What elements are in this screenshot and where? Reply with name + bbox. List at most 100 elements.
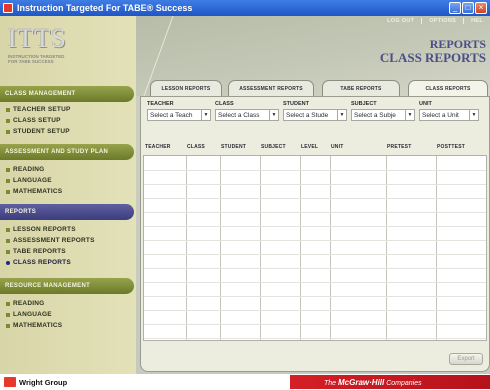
tab-assessment-reports[interactable]: ASSESSMENT REPORTS: [228, 80, 314, 96]
sidebar-item-label: LANGUAGE: [13, 311, 52, 318]
sidebar-item-label: ASSESSMENT REPORTS: [13, 237, 95, 244]
sidebar-item-label: TABE REPORTS: [13, 248, 66, 255]
sidebar-item-resource-language[interactable]: LANGUAGE: [6, 309, 134, 320]
chevron-down-icon[interactable]: ▼: [337, 110, 346, 120]
tab-lesson-reports[interactable]: LESSON REPORTS: [150, 80, 222, 96]
unit-select[interactable]: Select a Unit ▼: [419, 109, 479, 121]
export-button[interactable]: Export: [449, 353, 483, 365]
mcgraw-hill-tagline: The McGraw·Hill Companies: [324, 378, 422, 387]
sidebar-item-mathematics[interactable]: MATHEMATICS: [6, 186, 134, 197]
banner-suffix: Companies: [386, 379, 422, 387]
bullet-icon: [6, 323, 10, 328]
sidebar-item-language[interactable]: LANGUAGE: [6, 175, 134, 186]
student-filter: STUDENT Select a Stude ▼: [283, 101, 347, 121]
unit-filter-label: UNIT: [419, 101, 432, 107]
class-filter-label: CLASS: [215, 101, 234, 107]
banner-prefix: The: [324, 379, 337, 387]
nav-list-reports: LESSON REPORTS ASSESSMENT REPORTS TABE R…: [6, 224, 134, 268]
bullet-icon: [6, 189, 10, 194]
sidebar-item-class-setup[interactable]: CLASS SETUP: [6, 115, 134, 126]
help-link[interactable]: HEL: [463, 18, 490, 24]
bullet-icon: [6, 227, 10, 232]
chevron-down-icon[interactable]: ▼: [201, 110, 210, 120]
column-header-unit[interactable]: UNIT: [329, 144, 385, 150]
bullet-icon: [6, 238, 10, 243]
banner-brand: McGraw·Hill: [338, 377, 385, 387]
student-filter-label: STUDENT: [283, 101, 309, 107]
student-select[interactable]: Select a Stude ▼: [283, 109, 347, 121]
bullet-icon: [6, 312, 10, 317]
chevron-down-icon[interactable]: ▼: [269, 110, 278, 120]
sidebar-item-student-setup[interactable]: STUDENT SETUP: [6, 126, 134, 137]
row-divider: [144, 310, 486, 311]
column-header-subject[interactable]: SUBJECT: [259, 144, 299, 150]
chevron-down-icon[interactable]: ▼: [469, 110, 478, 120]
logo-subtitle: INSTRUCTION TARGETED FOR TABE SUCCESS: [8, 54, 98, 64]
nav-list-resources: READING LANGUAGE MATHEMATICS: [6, 298, 134, 331]
column-header-posttest[interactable]: POSTTEST: [435, 144, 485, 150]
sidebar-item-reading[interactable]: READING: [6, 164, 134, 175]
sidebar-item-label: MATHEMATICS: [13, 188, 63, 195]
row-divider: [144, 212, 486, 213]
row-divider: [144, 282, 486, 283]
tab-tabe-reports[interactable]: TABE REPORTS: [322, 80, 400, 96]
column-header-pretest[interactable]: PRETEST: [385, 144, 435, 150]
nav-list-class-management: TEACHER SETUP CLASS SETUP STUDENT SETUP: [6, 104, 134, 137]
column-header-class[interactable]: CLASS: [185, 144, 219, 150]
sidebar-item-lesson-reports[interactable]: LESSON REPORTS: [6, 224, 134, 235]
student-select-value: Select a Stude: [286, 111, 329, 119]
tab-class-reports[interactable]: CLASS REPORTS: [408, 80, 488, 96]
section-header-assessment-study-plan[interactable]: ASSESSMENT AND STUDY PLAN: [0, 144, 134, 160]
mcgraw-hill-banner: The McGraw·Hill Companies: [290, 375, 490, 389]
section-header-resource-management[interactable]: RESOURCE MANAGEMENT: [0, 278, 134, 294]
sidebar-item-label: CLASS SETUP: [13, 117, 61, 124]
sidebar-item-tabe-reports[interactable]: TABE REPORTS: [6, 246, 134, 257]
wright-group-logo-icon: [4, 377, 16, 387]
sidebar-item-class-reports[interactable]: CLASS REPORTS: [6, 257, 134, 268]
maximize-button[interactable]: □: [462, 2, 474, 14]
section-header-class-management[interactable]: CLASS MANAGEMENT: [0, 86, 134, 102]
column-header-teacher[interactable]: TEACHER: [143, 144, 185, 150]
report-table: TEACHER CLASS STUDENT SUBJECT LEVEL UNIT…: [143, 139, 487, 359]
class-select-value: Select a Class: [218, 111, 260, 119]
table-body[interactable]: [143, 155, 487, 341]
subject-select[interactable]: Select a Subje ▼: [351, 109, 415, 121]
nav-list-assessment: READING LANGUAGE MATHEMATICS: [6, 164, 134, 197]
window-title: Instruction Targeted For TABE® Success: [17, 3, 193, 13]
bullet-icon: [6, 178, 10, 183]
top-links: LOG OUT OPTIONS HEL: [380, 18, 490, 24]
logo-subtitle-line-2: FOR TABE SUCCESS: [8, 59, 54, 64]
close-button[interactable]: ×: [475, 2, 487, 14]
section-header-reports[interactable]: REPORTS: [0, 204, 134, 220]
itts-logo: ITTS INSTRUCTION TARGETED FOR TABE SUCCE…: [8, 26, 98, 70]
row-divider: [144, 268, 486, 269]
report-tabs: LESSON REPORTS ASSESSMENT REPORTS TABE R…: [142, 80, 490, 96]
teacher-select[interactable]: Select a Teach ▼: [147, 109, 211, 121]
bullet-icon: [6, 167, 10, 172]
class-filter: CLASS Select a Class ▼: [215, 101, 279, 121]
teacher-filter-label: TEACHER: [147, 101, 174, 107]
page-title: REPORTS CLASS REPORTS: [380, 38, 486, 65]
footer: Wright Group The McGraw·Hill Companies: [0, 374, 490, 390]
minimize-button[interactable]: _: [449, 2, 461, 14]
sidebar-item-resource-mathematics[interactable]: MATHEMATICS: [6, 320, 134, 331]
class-select[interactable]: Select a Class ▼: [215, 109, 279, 121]
row-divider: [144, 338, 486, 339]
column-header-level[interactable]: LEVEL: [299, 144, 329, 150]
unit-filter: UNIT Select a Unit ▼: [419, 101, 479, 121]
bullet-icon: [6, 301, 10, 306]
sidebar-item-teacher-setup[interactable]: TEACHER SETUP: [6, 104, 134, 115]
bullet-icon: [6, 107, 10, 112]
table-header: TEACHER CLASS STUDENT SUBJECT LEVEL UNIT…: [143, 139, 487, 155]
window-controls: _ □ ×: [449, 2, 487, 14]
logout-link[interactable]: LOG OUT: [380, 18, 421, 24]
row-divider: [144, 226, 486, 227]
column-header-student[interactable]: STUDENT: [219, 144, 259, 150]
sidebar-item-assessment-reports[interactable]: ASSESSMENT REPORTS: [6, 235, 134, 246]
options-link[interactable]: OPTIONS: [421, 18, 463, 24]
sidebar-item-resource-reading[interactable]: READING: [6, 298, 134, 309]
chevron-down-icon[interactable]: ▼: [405, 110, 414, 120]
publisher-name: Wright Group: [19, 377, 68, 387]
subject-filter-label: SUBJECT: [351, 101, 377, 107]
sidebar-item-label: MATHEMATICS: [13, 322, 63, 329]
